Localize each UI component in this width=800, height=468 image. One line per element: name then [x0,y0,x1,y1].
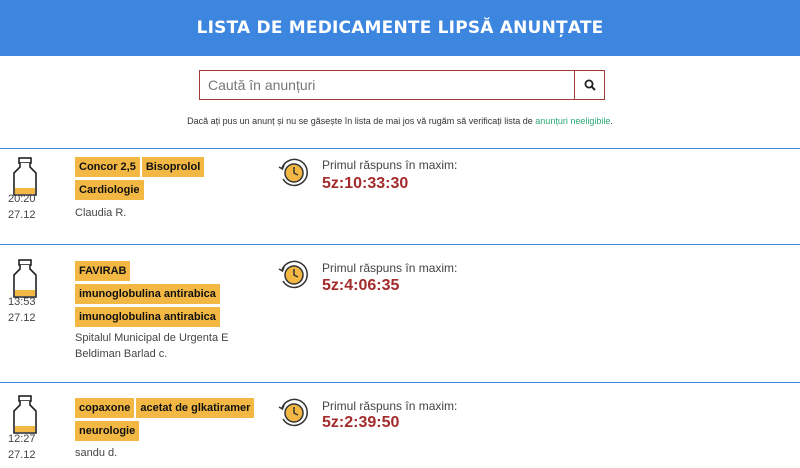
tag-list: Concor 2,5 Bisoprolol Cardiologie [75,157,265,203]
author-name: Claudia R. [75,207,127,219]
medicine-bottle-icon [13,259,37,298]
medicine-tag[interactable]: imunoglobulina antirabica [75,284,220,304]
notice-suffix: . [610,116,613,126]
medicine-tag[interactable]: Cardiologie [75,180,144,200]
page-title: LISTA DE MEDICAMENTE LIPSĂ ANUNȚATE [196,18,604,38]
medicine-bottle-icon [13,395,37,434]
search-input[interactable] [199,70,574,100]
medicine-tag[interactable]: neurologie [75,421,140,441]
medicine-tag[interactable]: copaxone [75,398,135,418]
post-date: 27.12 [8,209,36,221]
response-label: Primul răspuns în maxim: [322,261,458,275]
post-time: 13:53 [8,296,36,308]
medicine-tag[interactable]: Bisoprolol [141,157,205,177]
notice-message: Dacă ați pus un anunț și nu se găsește î… [187,116,536,126]
post-time: 20:20 [8,193,36,205]
response-label: Primul răspuns în maxim: [322,399,458,413]
countdown-clock-icon [278,260,308,289]
notice-text: Dacă ați pus un anunț și nu se găsește î… [0,116,800,126]
ineligible-ads-link[interactable]: anunțuri neeligibile [535,116,610,126]
post-date: 27.12 [8,312,36,324]
divider [0,382,800,383]
medicine-tag[interactable]: FAVIRAB [75,261,131,281]
countdown-clock-icon [278,158,308,187]
divider [0,244,800,245]
medicine-tag[interactable]: imunoglobulina antirabica [75,307,220,327]
post-time: 12:27 [8,433,36,445]
page-header: LISTA DE MEDICAMENTE LIPSĂ ANUNȚATE [0,0,800,56]
author-name: Spitalul Municipal de Urgenta E Beldiman… [75,332,229,360]
search-button[interactable] [574,70,605,100]
post-date: 27.12 [8,449,36,461]
medicine-tag[interactable]: acetat de glkatiramer [136,398,255,418]
author-name: sandu d. [75,447,118,459]
search-bar [199,70,605,100]
tag-list: copaxone acetat de glkatiramer neurologie [75,398,275,444]
countdown-clock-icon [278,398,308,427]
divider [0,148,800,149]
search-icon [584,79,596,91]
response-countdown: 5z:2:39:50 [322,414,400,431]
medicine-tag[interactable]: Concor 2,5 [75,157,140,177]
response-countdown: 5z:10:33:30 [322,175,409,192]
response-countdown: 5z:4:06:35 [322,277,400,294]
response-label: Primul răspuns în maxim: [322,158,458,172]
tag-list: FAVIRAB imunoglobulina antirabica imunog… [75,261,265,330]
